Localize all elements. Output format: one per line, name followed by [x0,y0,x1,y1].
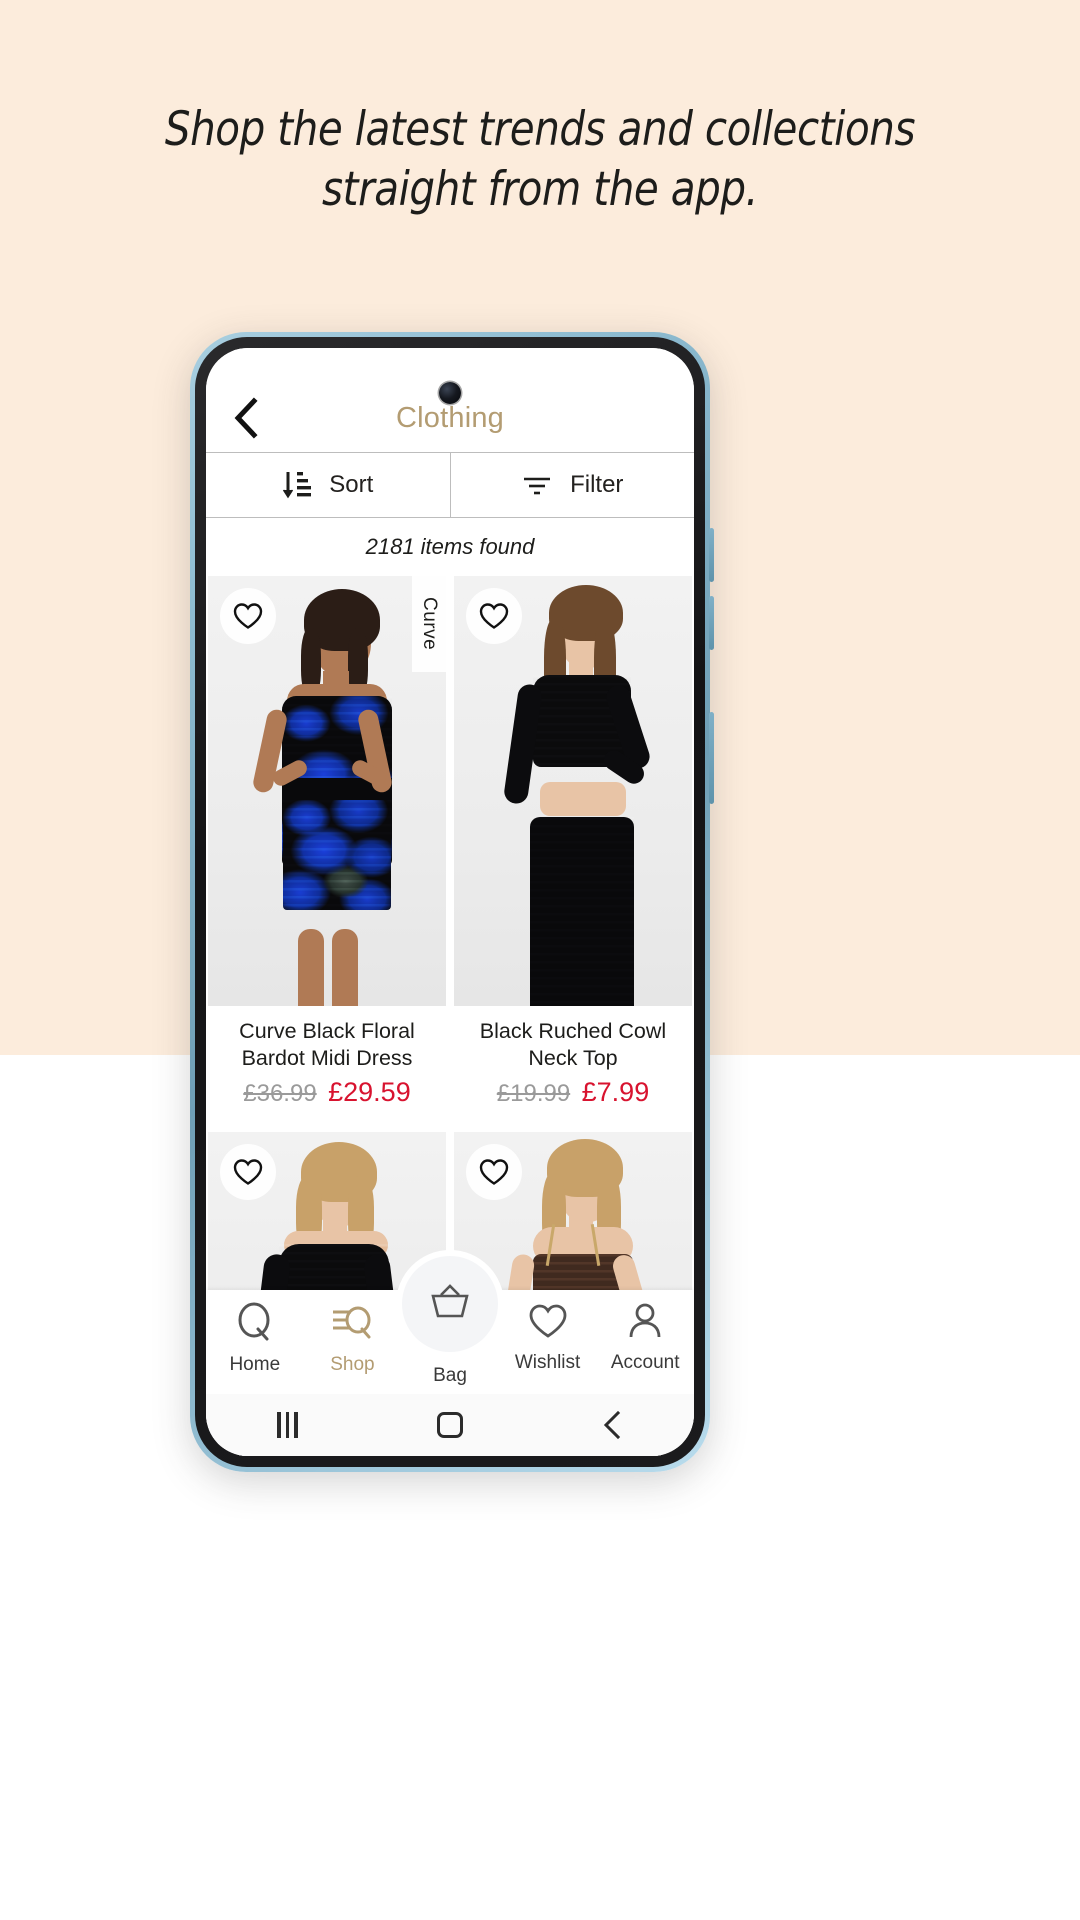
nav-item-home[interactable]: Home [206,1290,304,1376]
heart-outline-icon [233,603,263,629]
sort-label: Sort [329,471,374,498]
shop-search-icon [329,1301,375,1348]
android-system-navigation-bar [206,1394,694,1456]
promo-headline-line-1: Shop the latest trends and collections [164,102,916,157]
sort-button[interactable]: Sort [206,453,450,517]
nav-item-bag[interactable]: Bag [401,1256,499,1387]
curve-badge: Curve [412,576,446,672]
front-camera-punch-hole [439,382,461,404]
volume-up-button[interactable] [709,528,714,582]
bottom-navigation-bar: Home Shop Bag Wishlist Account [206,1256,694,1394]
product-title: Curve Black Floral Bardot Midi Dress [239,1019,415,1070]
bag-button-circle[interactable] [401,1256,498,1352]
wishlist-toggle[interactable] [466,1144,522,1200]
home-button[interactable] [405,1402,495,1448]
nav-label-wishlist: Wishlist [514,1352,581,1373]
nav-label-account: Account [610,1352,680,1373]
nav-item-shop[interactable]: Shop [304,1290,402,1376]
results-count: 2181 items found [206,518,694,576]
filter-button[interactable]: Filter [449,453,695,517]
shopping-basket-icon [428,1282,472,1327]
volume-down-button[interactable] [709,596,714,650]
promo-headline-line-2: straight from the app. [322,162,758,217]
nav-label-bag: Bag [433,1365,467,1386]
wishlist-toggle[interactable] [220,1144,276,1200]
home-square-icon [436,1412,463,1438]
page-title: Clothing [396,402,504,434]
chevron-left-icon [603,1410,620,1440]
heart-outline-icon [479,603,509,629]
product-price-was: £19.99 [496,1080,571,1107]
product-info: Curve Black Floral Bardot Midi Dress £36… [208,1006,446,1124]
nav-item-wishlist[interactable]: Wishlist [499,1290,597,1374]
sort-descending-icon [282,469,312,501]
product-card[interactable]: Black Ruched Cowl Neck Top £19.99 £7.99 [454,576,692,1124]
filter-funnel-icon [521,472,553,498]
power-button[interactable] [709,712,714,804]
product-info: Black Ruched Cowl Neck Top £19.99 £7.99 [454,1006,692,1124]
filter-label: Filter [570,471,624,498]
product-price-now: £29.59 [328,1077,411,1107]
heart-outline-icon [527,1301,569,1346]
heart-outline-icon [233,1159,263,1185]
quiz-q-logo-icon [234,1301,276,1348]
curve-badge-label: Curve [419,597,440,651]
system-back-button[interactable] [568,1402,658,1448]
wishlist-toggle[interactable] [220,588,276,644]
phone-mockup: Clothing Sort Filter 2181 items found Cu… [190,332,714,1472]
nav-label-home: Home [229,1354,281,1375]
nav-item-account[interactable]: Account [596,1290,694,1374]
product-title: Black Ruched Cowl Neck Top [479,1019,667,1070]
person-outline-icon [625,1301,665,1346]
recents-button[interactable] [242,1402,332,1448]
product-price-was: £36.99 [243,1080,317,1107]
nav-label-shop: Shop [330,1354,375,1375]
recents-bars-icon [277,1412,298,1438]
product-image[interactable]: Curve [208,576,446,1006]
heart-outline-icon [479,1159,509,1185]
product-price-now: £7.99 [581,1077,650,1107]
product-image[interactable] [454,576,692,1006]
sort-filter-bar: Sort Filter [206,452,694,518]
product-card[interactable]: Curve Curve Black Floral Bardot Midi Dre… [208,576,446,1124]
phone-screen: Clothing Sort Filter 2181 items found Cu… [206,348,694,1456]
promo-headline: Shop the latest trends and collections s… [76,100,1005,220]
product-prices: £36.99 £29.59 [222,1077,432,1108]
product-prices: £19.99 £7.99 [468,1077,678,1108]
wishlist-toggle[interactable] [466,588,522,644]
